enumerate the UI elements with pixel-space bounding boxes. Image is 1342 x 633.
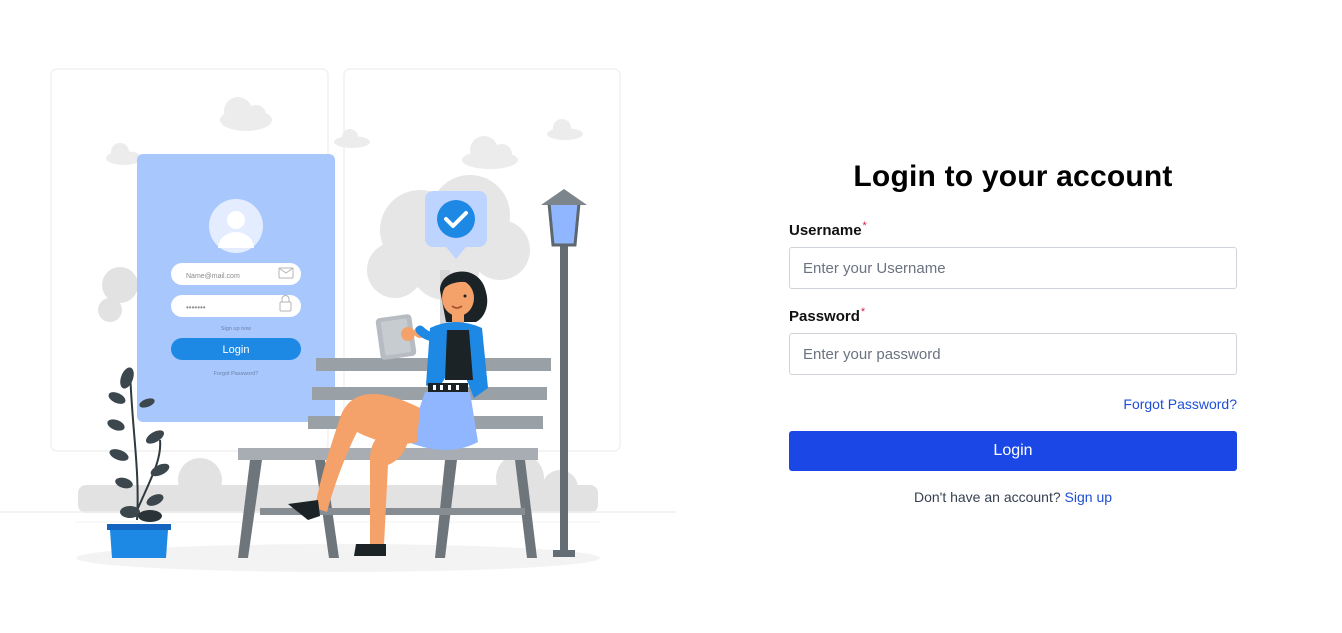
required-marker: * bbox=[860, 306, 866, 318]
login-button[interactable]: Login bbox=[789, 431, 1237, 471]
signup-prompt: Don't have an account? bbox=[913, 489, 1061, 505]
password-label-text: Password bbox=[789, 308, 860, 325]
mini-forgot-text: Forgot Password? bbox=[214, 371, 259, 377]
password-label: Password* bbox=[789, 306, 866, 325]
mini-login-card bbox=[137, 154, 335, 422]
password-input[interactable] bbox=[789, 333, 1237, 375]
signup-link[interactable]: Sign up bbox=[1065, 489, 1112, 505]
username-label-text: Username bbox=[789, 222, 862, 239]
mini-email-text: Name@mail.com bbox=[186, 273, 240, 280]
mini-signup-text: Sign up now bbox=[221, 326, 251, 332]
username-input[interactable] bbox=[789, 247, 1237, 289]
login-form: Login to your account Username* Password… bbox=[789, 0, 1237, 633]
signup-row: Don't have an account? Sign up bbox=[789, 489, 1237, 505]
required-marker: * bbox=[862, 220, 867, 232]
username-label: Username* bbox=[789, 220, 867, 239]
login-illustration: Name@mail.com ••••••• Sign up now Login … bbox=[0, 68, 676, 572]
mini-password-text: ••••••• bbox=[186, 303, 206, 312]
login-page: Name@mail.com ••••••• Sign up now Login … bbox=[0, 0, 1342, 633]
forgot-password-link[interactable]: Forgot Password? bbox=[1123, 396, 1237, 412]
page-title: Login to your account bbox=[853, 160, 1173, 193]
check-circle-icon bbox=[437, 200, 475, 238]
mini-login-label: Login bbox=[223, 344, 250, 356]
